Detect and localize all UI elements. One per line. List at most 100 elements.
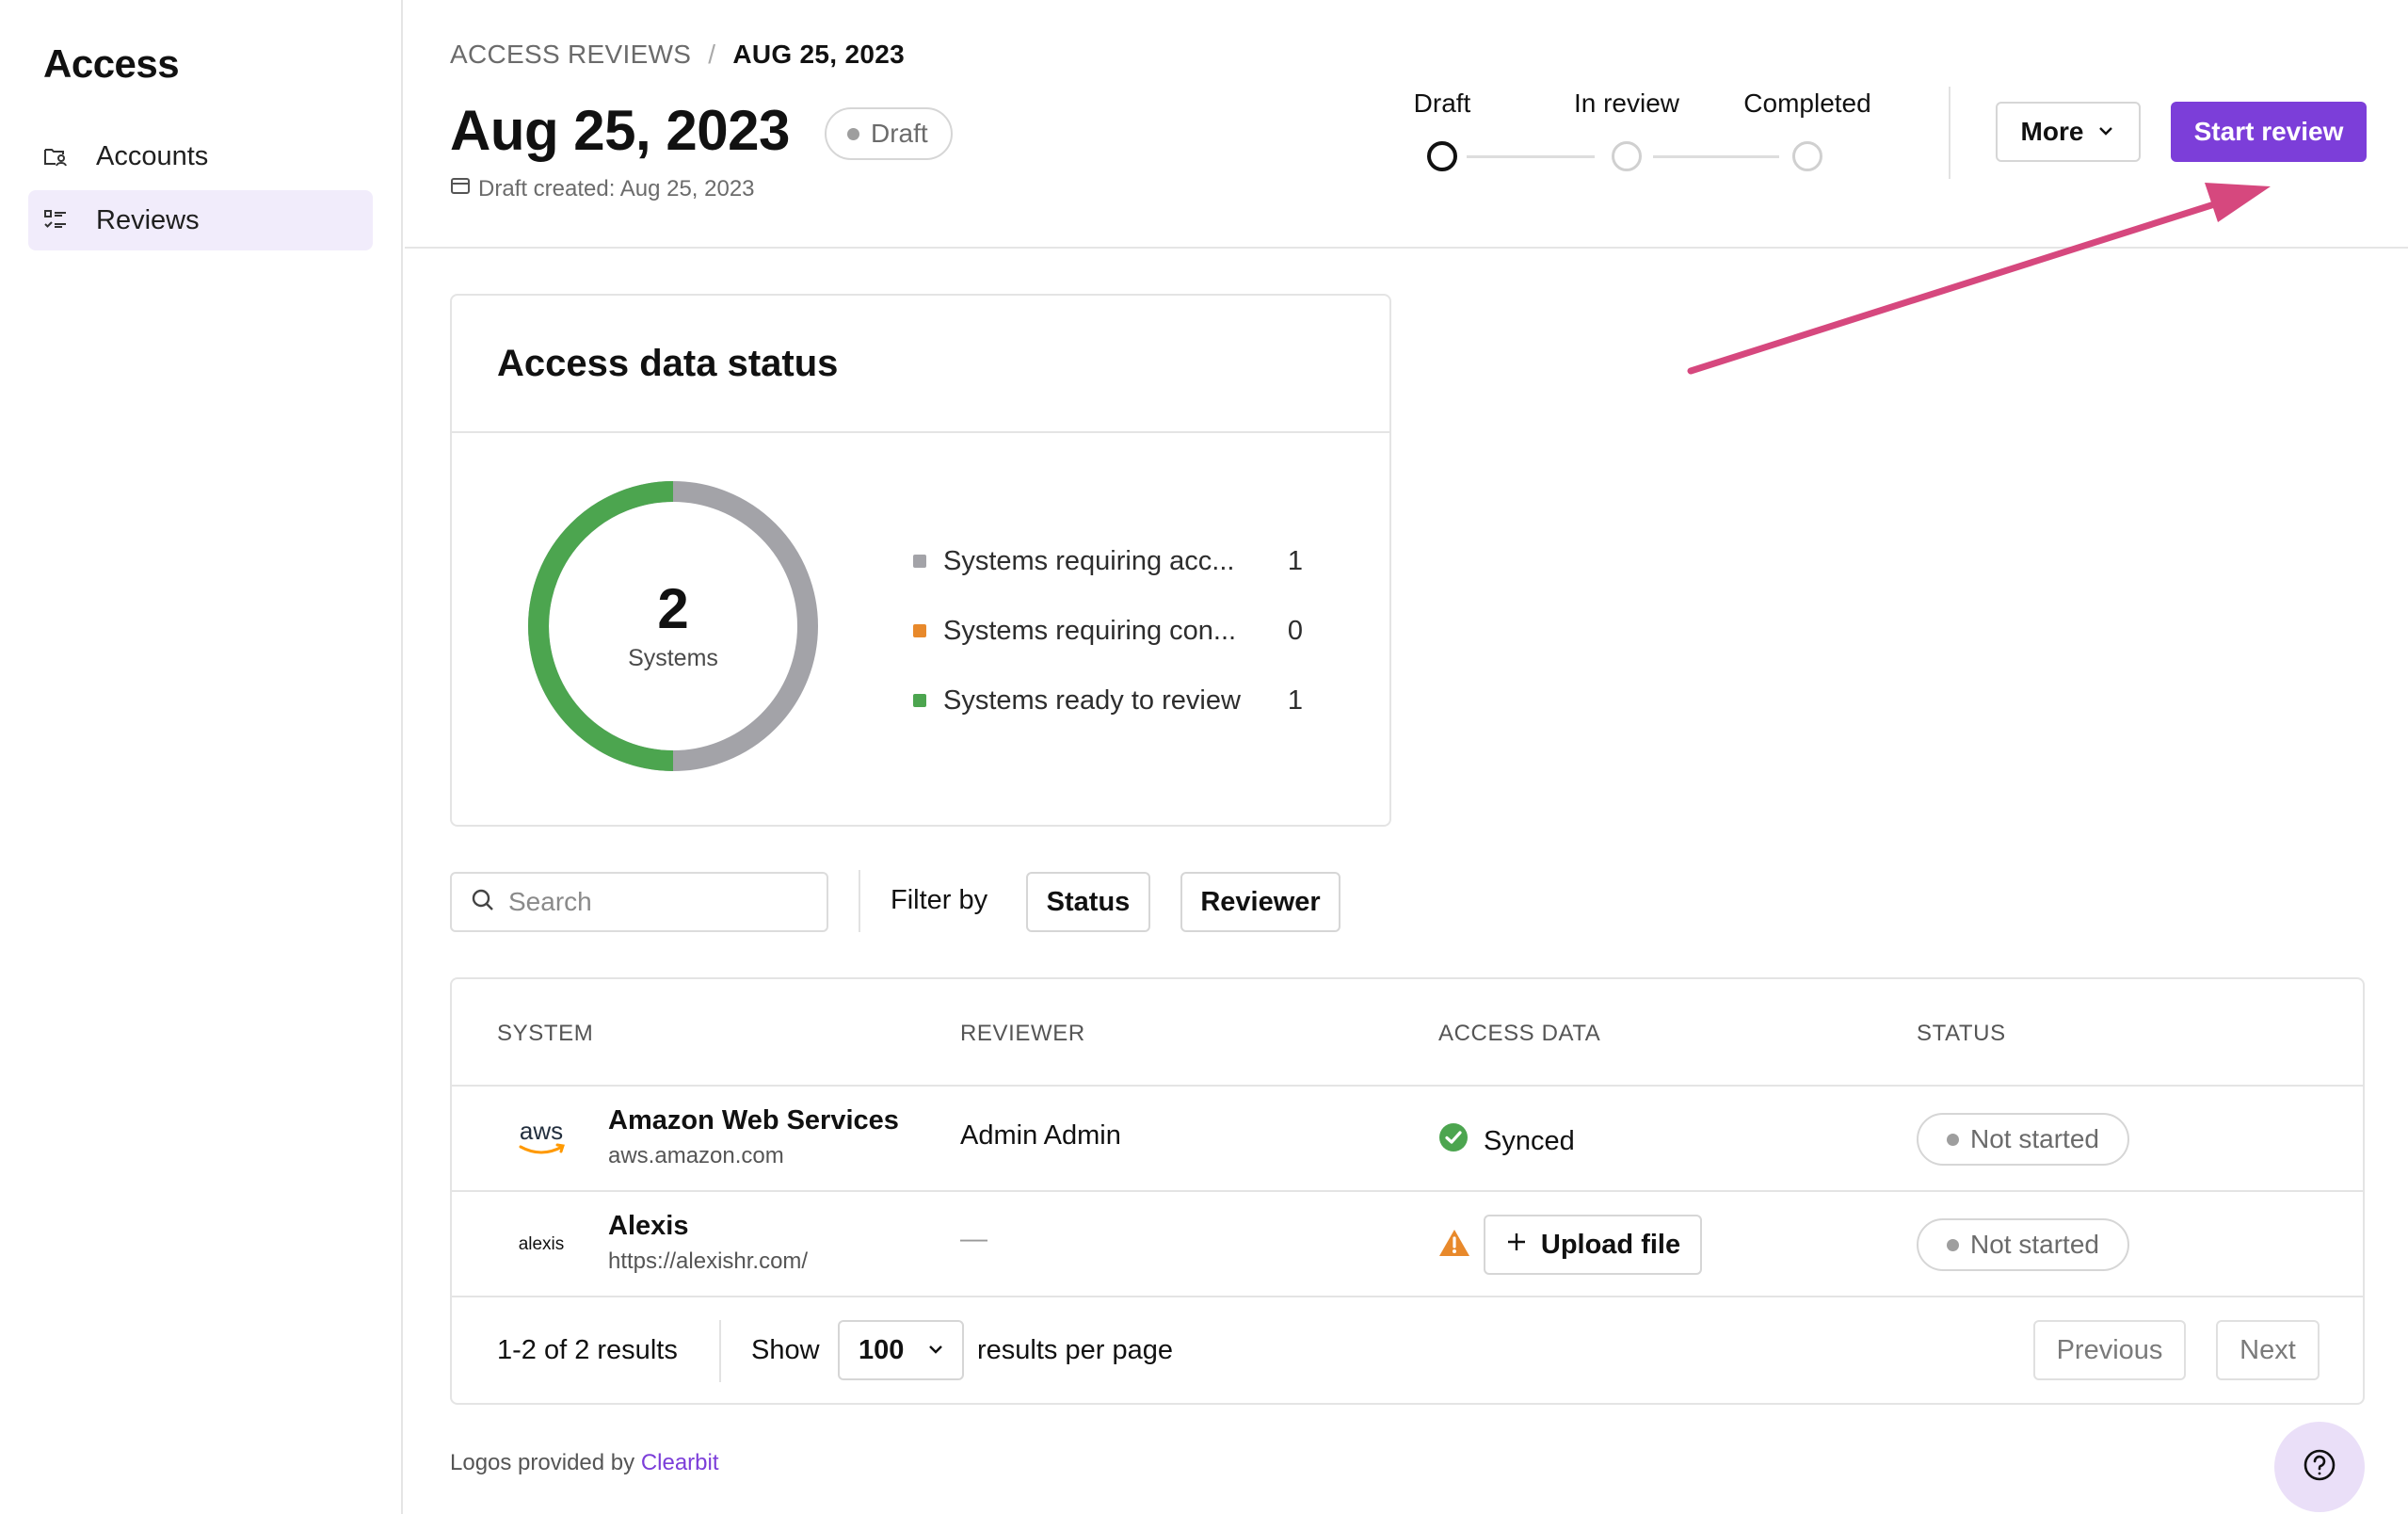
legend-item-requiring-connection: Systems requiring con... 0 <box>913 612 1303 650</box>
step-completed-label: Completed <box>1743 89 1871 118</box>
search-input[interactable] <box>508 887 810 917</box>
folder-user-icon <box>41 142 70 170</box>
legend-label: Systems requiring acc... <box>943 545 1235 576</box>
step-completed-indicator <box>1792 141 1822 171</box>
check-circle-icon <box>1438 1122 1469 1160</box>
reviewer-empty: — <box>960 1224 987 1254</box>
column-header-system: SYSTEM <box>497 1021 594 1046</box>
app-title: Access <box>43 41 180 86</box>
pagination-divider <box>719 1320 721 1382</box>
stepper-line <box>1467 155 1595 158</box>
sidebar-item-accounts[interactable]: Accounts <box>28 126 373 186</box>
checklist-icon <box>41 206 70 234</box>
search-field[interactable] <box>450 872 828 932</box>
alexis-logo: alexis <box>508 1216 574 1273</box>
question-icon <box>2302 1447 2337 1488</box>
breadcrumb-current: AUG 25, 2023 <box>732 40 905 69</box>
reviewer-name: Admin Admin <box>960 1120 1121 1151</box>
legend-value: 1 <box>1287 545 1303 576</box>
warning-icon <box>1438 1228 1470 1263</box>
card-title: Access data status <box>497 342 839 384</box>
help-button[interactable] <box>2274 1422 2365 1512</box>
show-label: Show <box>751 1335 820 1365</box>
step-in-review-indicator <box>1612 141 1642 171</box>
page-header: ACCESS REVIEWS / AUG 25, 2023 Aug 25, 20… <box>405 0 2408 249</box>
per-page-label: results per page <box>977 1335 1173 1365</box>
status-dot-icon <box>1947 1133 1960 1146</box>
table-row[interactable]: alexis Alexis https://alexishr.com/ — Up… <box>452 1192 2363 1297</box>
status-badge-label: Not started <box>1970 1230 2099 1259</box>
legend-item-requiring-access: Systems requiring acc... 1 <box>913 542 1303 580</box>
systems-total: 2 <box>657 576 689 640</box>
sidebar-item-label: Accounts <box>96 140 209 171</box>
status-filter-button[interactable]: Status <box>1026 872 1150 932</box>
aws-logo: aws <box>508 1111 574 1168</box>
upload-file-button[interactable]: Upload file <box>1484 1215 1702 1275</box>
system-name[interactable]: Alexis <box>608 1211 688 1242</box>
breadcrumb-separator: / <box>708 40 716 69</box>
reviewer-filter-button[interactable]: Reviewer <box>1180 872 1340 932</box>
filter-divider <box>859 870 860 932</box>
system-url: aws.amazon.com <box>608 1143 784 1168</box>
table-row[interactable]: aws Amazon Web Services aws.amazon.com A… <box>452 1087 2363 1192</box>
plus-icon <box>1505 1230 1528 1261</box>
step-draft-indicator <box>1427 141 1457 171</box>
header-divider <box>1949 87 1950 179</box>
previous-page-button[interactable]: Previous <box>2033 1320 2186 1380</box>
status-dot-icon <box>847 127 859 140</box>
system-name[interactable]: Amazon Web Services <box>608 1105 899 1136</box>
calendar-icon <box>450 175 471 202</box>
sidebar-item-reviews[interactable]: Reviews <box>28 190 373 250</box>
column-header-access-data: ACCESS DATA <box>1438 1021 1601 1046</box>
next-page-button[interactable]: Next <box>2216 1320 2320 1380</box>
review-stepper: Draft In review Completed <box>1403 89 1892 183</box>
filter-by-label: Filter by <box>891 885 988 915</box>
status-badge-label: Draft <box>871 119 928 148</box>
column-header-reviewer: REVIEWER <box>960 1021 1085 1046</box>
status-badge: Not started <box>1917 1113 2129 1166</box>
access-data-synced: Synced <box>1438 1122 1575 1160</box>
sidebar-item-label: Reviews <box>96 204 200 235</box>
legend-item-ready: Systems ready to review 1 <box>913 682 1303 719</box>
results-count: 1-2 of 2 results <box>497 1335 678 1365</box>
attribution-text: Logos provided by <box>450 1450 635 1475</box>
chevron-down-icon <box>2096 117 2115 147</box>
sidebar: Access Accounts Reviews <box>0 0 403 1514</box>
draft-created: Draft created: Aug 25, 2023 <box>450 175 755 202</box>
per-page-value: 100 <box>859 1334 905 1365</box>
search-icon <box>471 888 495 917</box>
status-badge: Not started <box>1917 1218 2129 1271</box>
legend-label: Systems requiring con... <box>943 615 1237 646</box>
status-badge-label: Not started <box>1970 1124 2099 1153</box>
donut-center: 2 Systems <box>527 480 819 772</box>
clearbit-link[interactable]: Clearbit <box>641 1450 719 1475</box>
legend-label: Systems ready to review <box>943 685 1241 716</box>
access-data-label: Synced <box>1484 1125 1575 1156</box>
legend-swatch-green <box>913 694 926 707</box>
start-review-button[interactable]: Start review <box>2171 102 2367 162</box>
step-in-review-label: In review <box>1573 89 1680 118</box>
upload-file-label: Upload file <box>1540 1229 1681 1260</box>
per-page-select[interactable]: 100 <box>838 1320 964 1380</box>
step-draft-label: Draft <box>1413 89 1471 118</box>
legend-value: 1 <box>1287 685 1303 716</box>
pagination: 1-2 of 2 results Show 100 results per pa… <box>452 1297 2363 1405</box>
draft-created-text: Draft created: Aug 25, 2023 <box>478 175 755 201</box>
systems-total-label: Systems <box>628 644 718 671</box>
svg-text:alexis: alexis <box>519 1234 565 1254</box>
stepper-line <box>1653 155 1779 158</box>
more-button[interactable]: More <box>1996 102 2141 162</box>
column-header-status: STATUS <box>1917 1021 2006 1046</box>
card-header: Access data status <box>452 296 1389 433</box>
legend-value: 0 <box>1287 615 1303 646</box>
systems-table: SYSTEM REVIEWER ACCESS DATA STATUS aws A… <box>450 977 2365 1405</box>
system-url: https://alexishr.com/ <box>608 1248 809 1274</box>
svg-text:aws: aws <box>520 1117 563 1145</box>
status-dot-icon <box>1947 1238 1960 1251</box>
breadcrumb: ACCESS REVIEWS / AUG 25, 2023 <box>450 40 905 70</box>
legend-swatch-orange <box>913 624 926 637</box>
breadcrumb-access-reviews[interactable]: ACCESS REVIEWS <box>450 40 691 70</box>
more-button-label: More <box>2020 117 2084 146</box>
status-badge: Draft <box>825 107 953 160</box>
table-header: SYSTEM REVIEWER ACCESS DATA STATUS <box>452 979 2363 1087</box>
